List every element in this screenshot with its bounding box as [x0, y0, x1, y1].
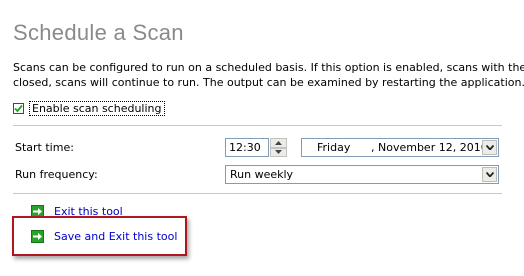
frequency-dropdown-button[interactable]	[482, 167, 497, 182]
run-frequency-value: Run weekly	[230, 168, 294, 181]
enable-scheduling-label[interactable]: Enable scan scheduling	[29, 101, 165, 116]
chevron-down-icon	[485, 145, 494, 150]
start-time-label: Start time:	[15, 141, 74, 154]
description-line-2: closed, scans will continue to run. The …	[13, 76, 524, 89]
enable-scheduling-checkbox[interactable]	[13, 103, 24, 114]
start-time-input[interactable]: 12:30	[225, 138, 269, 157]
highlight-box	[12, 216, 187, 256]
start-time-picker[interactable]: 12:30	[225, 138, 287, 157]
page-title: Schedule a Scan	[13, 20, 184, 45]
spin-down-button[interactable]	[270, 147, 287, 157]
triangle-down-icon	[275, 150, 282, 155]
date-dropdown-button[interactable]	[482, 140, 497, 155]
description: Scans can be configured to run on a sche…	[13, 60, 524, 90]
checkmark-icon	[14, 104, 23, 113]
description-line-1: Scans can be configured to run on a sche…	[13, 61, 524, 74]
triangle-up-icon	[275, 140, 282, 145]
spin-up-button[interactable]	[270, 138, 287, 148]
run-frequency-select[interactable]: Run weekly	[225, 165, 499, 184]
start-date-picker[interactable]: Friday , November 12, 2010	[301, 138, 499, 157]
divider-bottom	[13, 193, 502, 194]
date-value: , November 12, 2010	[371, 141, 488, 154]
chevron-down-icon	[485, 172, 494, 177]
run-frequency-label: Run frequency:	[15, 168, 98, 181]
divider-top	[13, 125, 502, 126]
time-spinner[interactable]	[270, 138, 287, 157]
date-day: Friday	[317, 141, 351, 154]
enable-scheduling-row[interactable]: Enable scan scheduling	[13, 101, 165, 116]
